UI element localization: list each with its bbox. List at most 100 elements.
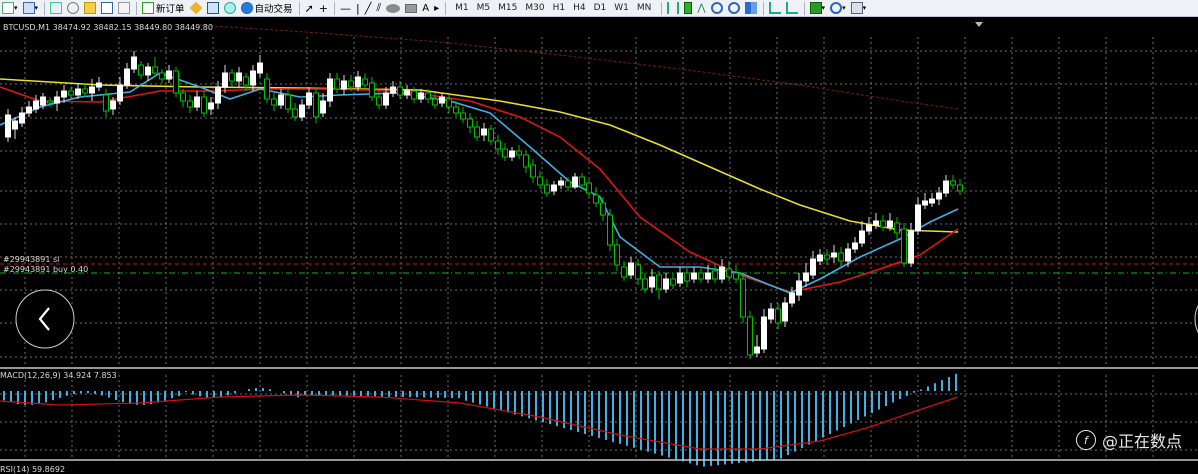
order-sl-label: #29943891 sl [3,255,59,264]
folder-star-icon [84,2,97,14]
candle-bear [502,148,508,158]
rectangle-tool[interactable] [403,1,419,16]
signals-button[interactable] [205,1,221,16]
tile-windows-button[interactable] [743,1,759,16]
timeframe-m5[interactable]: M5 [473,3,495,13]
candle-bull [852,242,858,250]
candle-bull [61,90,67,98]
candle-bull [859,230,865,244]
cursor-tool[interactable]: ➚ [303,1,316,16]
ellipse-tool[interactable] [384,1,402,16]
candle-bear [607,214,613,246]
strategy-tester-button[interactable] [116,1,132,16]
market-watch-icon [50,2,63,14]
candle-bull [551,184,557,192]
candle-bear [68,90,74,96]
timeframe-m15[interactable]: M15 [494,3,521,13]
arrow-icon: ▸ [434,2,440,14]
horizontal-line-icon: — [340,1,351,15]
candle-bear [446,98,452,108]
candle-bull [845,248,851,262]
candle-bull [19,112,25,124]
candle-bear [180,92,186,102]
candlestick-icon [684,2,693,14]
channel-tool[interactable]: ⫽ [374,1,383,16]
candle-bear [544,184,550,194]
market-watch-button[interactable] [48,1,64,16]
candle-bear [243,76,249,86]
text-tool[interactable]: A [420,1,431,16]
bar-chart-button[interactable] [665,1,681,16]
terminal-button[interactable] [99,1,115,16]
crosshair-move-icon [67,2,80,14]
candle-bull [943,180,949,194]
arrow-tool[interactable]: ▸ [432,1,441,16]
timeframe-h4[interactable]: H4 [569,3,590,13]
candle-bear [747,316,753,356]
timeframe-m30[interactable]: M30 [521,3,548,13]
candlestick-button[interactable] [682,1,694,16]
crosshair-tool[interactable]: + [317,1,330,16]
tester-icon [118,2,131,14]
timeframe-m1[interactable]: M1 [451,3,473,13]
navigator-button[interactable] [82,1,98,16]
timeframe-mn[interactable]: MN [633,3,656,13]
candle-bear [82,88,88,94]
zoom-in-button[interactable] [709,1,725,16]
toolbar-separator [762,1,764,15]
prev-nav-button[interactable] [15,289,75,349]
trendline-tool[interactable]: ╱ [363,1,374,16]
periods-button[interactable]: ▾ [828,1,848,16]
indicators-button[interactable]: ▾ [808,1,828,16]
chart-shift-button[interactable] [767,1,783,16]
zoom-out-button[interactable] [726,1,742,16]
profiles-button[interactable]: ▾ [21,1,41,16]
templates-button[interactable]: ▾ [849,1,869,16]
timeframe-w1[interactable]: W1 [610,3,633,13]
candle-bear [838,252,844,262]
data-window-button[interactable] [65,1,81,16]
candle-bull [117,84,123,102]
candle-bull [236,72,242,82]
chart-shift-marker [975,22,983,27]
candle-bear [656,274,662,290]
candle-bull [908,230,914,264]
market-button[interactable] [222,1,238,16]
candle-bear [201,96,207,114]
line-chart-button[interactable]: ⋀ [695,1,707,16]
candle-bear [264,78,270,100]
new-chart-button[interactable]: ▾ [0,1,20,16]
candle-bear [593,194,599,204]
vertical-line-tool[interactable]: | [354,1,362,16]
auto-trading-button[interactable]: 自动交易 [239,1,295,16]
candle-bull [166,70,172,80]
candle-bull [124,68,130,86]
price-chart[interactable]: BTCUSD,M1 38474.92 38482.15 38449.80 384… [0,17,1198,474]
candle-bull [768,308,774,320]
candle-bull [26,106,32,114]
candle-bull [278,94,284,106]
candle-bull [404,90,410,96]
candle-bull [12,120,18,130]
candle-bull [866,224,872,232]
new-order-button[interactable]: 新订单 [140,1,187,16]
candle-bear [565,180,571,188]
candle-bear [411,90,417,100]
horizontal-line-tool[interactable]: — [338,1,353,16]
toolbar-separator [44,1,46,15]
ma-slow-line [0,78,959,233]
timeframe-h1[interactable]: H1 [549,3,570,13]
toolbar-separator [298,1,300,15]
candle-bear [635,264,641,280]
timeframe-d1[interactable]: D1 [590,3,611,13]
candle-bear [901,228,907,264]
candle-bull [922,200,928,206]
candle-bear [285,94,291,110]
candle-bear [397,86,403,96]
metaeditor-button[interactable] [188,1,204,16]
autoscroll-button[interactable] [784,1,800,16]
candle-bear [957,184,963,192]
candle-bull [782,302,788,322]
template-icon [850,2,863,14]
candlesticks [5,51,963,359]
